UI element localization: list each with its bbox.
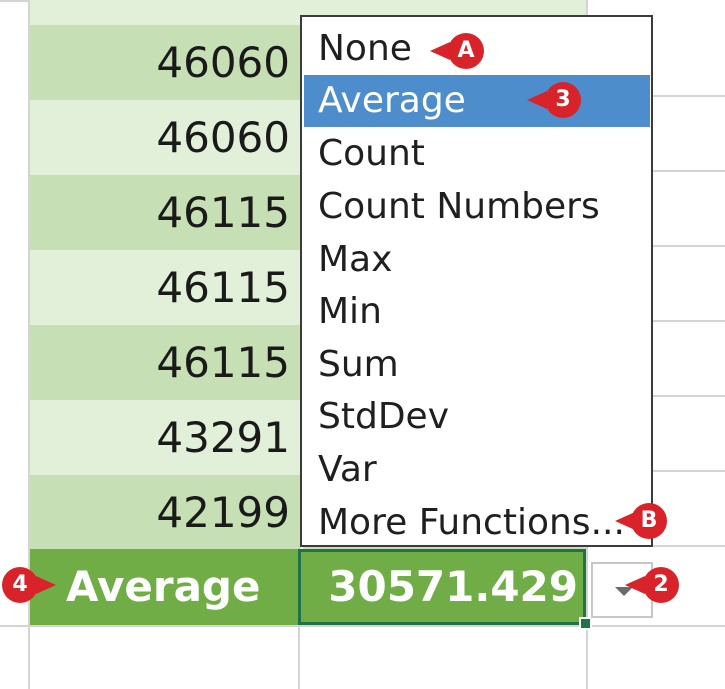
- total-function-menu: None Average Count Count Numbers Max Min…: [300, 15, 653, 547]
- menu-item-more-functions[interactable]: More Functions...: [304, 497, 650, 549]
- table-cell-value[interactable]: 46115: [30, 325, 290, 400]
- callout-a-badge: A: [448, 33, 484, 69]
- callout-4-badge: 4: [2, 567, 38, 603]
- menu-item-max[interactable]: Max: [304, 234, 650, 286]
- callout-3-badge: 3: [545, 82, 581, 118]
- menu-item-average[interactable]: Average: [304, 75, 650, 127]
- menu-item-sum[interactable]: Sum: [304, 339, 650, 391]
- callout-2-badge: 2: [643, 567, 679, 603]
- callout-3-pointer: [527, 91, 547, 109]
- callout-b-badge: B: [631, 503, 667, 539]
- total-row-label[interactable]: Average: [66, 549, 260, 625]
- table-cell-value[interactable]: 46060: [30, 100, 290, 175]
- active-cell-border: [298, 549, 586, 625]
- table-cell-value[interactable]: 46115: [30, 175, 290, 250]
- table-cell-value[interactable]: 42199: [30, 475, 290, 550]
- gridline-row: [0, 625, 725, 627]
- menu-item-count[interactable]: Count: [304, 128, 650, 180]
- callout-a-pointer: [430, 42, 450, 60]
- fill-handle[interactable]: [579, 617, 592, 630]
- menu-item-count-numbers[interactable]: Count Numbers: [304, 181, 650, 233]
- menu-item-stddev[interactable]: StdDev: [304, 391, 650, 443]
- table-cell-value[interactable]: 46115: [30, 250, 290, 325]
- menu-item-var[interactable]: Var: [304, 444, 650, 496]
- spreadsheet-view: 46060 46060 46115 46115 46115 43291 4219…: [0, 0, 725, 689]
- callout-4-pointer: [36, 576, 56, 594]
- table-column-c-partial: [300, 0, 586, 15]
- gridline-row: [0, 0, 30, 2]
- table-cell-value[interactable]: 46060: [30, 25, 290, 100]
- table-cell-value[interactable]: 43291: [30, 400, 290, 475]
- callout-2-pointer: [625, 576, 645, 594]
- menu-item-min[interactable]: Min: [304, 286, 650, 338]
